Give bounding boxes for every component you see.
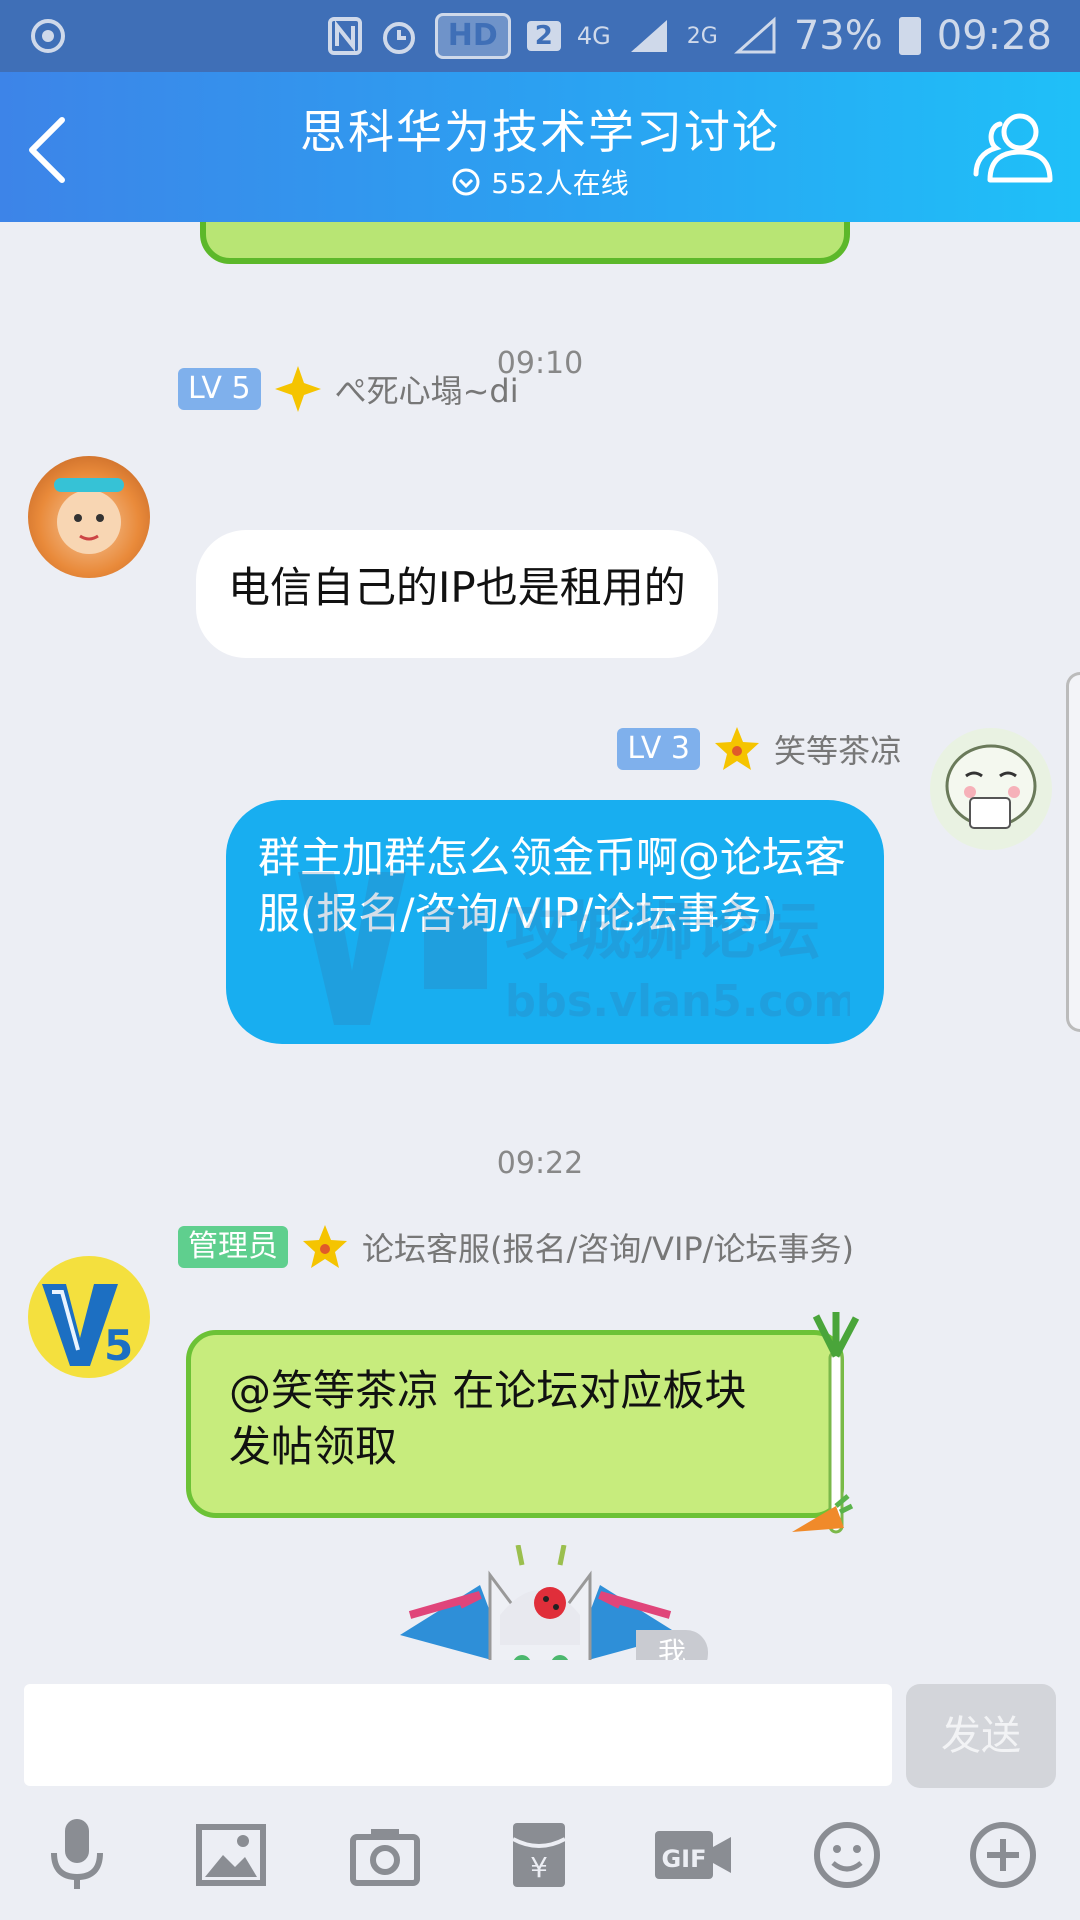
group-members-button[interactable] bbox=[968, 108, 1058, 188]
image-icon bbox=[196, 1824, 266, 1886]
message-bubble[interactable]: 电信自己的IP也是租用的 bbox=[196, 530, 718, 658]
message-text: 群主加群怎么领金币啊@论坛客服(报名/咨询/VIP/论坛事务) bbox=[258, 833, 847, 938]
signal-icon bbox=[627, 16, 671, 56]
photo-button[interactable] bbox=[186, 1810, 276, 1900]
battery-icon bbox=[898, 17, 921, 55]
message-text: 电信自己的IP也是租用的 bbox=[228, 563, 686, 612]
timestamp: 09:10 bbox=[496, 346, 584, 381]
avatar[interactable] bbox=[930, 728, 1052, 850]
status-bar: HD 2 4G 2G 73% 09:28 bbox=[0, 0, 1080, 72]
camera-button[interactable] bbox=[340, 1810, 430, 1900]
carrot-icon bbox=[792, 1494, 854, 1532]
admin-badge: 管理员 bbox=[178, 1226, 288, 1268]
v5-logo-icon: 5 bbox=[42, 1284, 133, 1370]
gif-icon: GIF bbox=[655, 1831, 731, 1879]
message-text-line: @笑等茶凉 在论坛对应板块 bbox=[229, 1366, 747, 1415]
signal-icon-2 bbox=[733, 16, 778, 56]
sender-name[interactable]: ぺ死心塌~di bbox=[335, 366, 519, 412]
sparkle-icon bbox=[274, 366, 321, 412]
red-packet-button[interactable]: ¥ bbox=[494, 1810, 584, 1900]
chevron-down-circle-icon bbox=[452, 168, 480, 196]
message-bubble[interactable]: @笑等茶凉 在论坛对应板块 发帖领取 bbox=[186, 1330, 844, 1518]
gif-button[interactable]: GIF bbox=[648, 1810, 738, 1900]
emoji-button[interactable] bbox=[802, 1810, 892, 1900]
svg-text:5: 5 bbox=[104, 1321, 133, 1370]
message-text-line: 发帖领取 bbox=[229, 1422, 398, 1471]
level-badge: LV 3 bbox=[617, 728, 700, 770]
sim-badge: 2 bbox=[526, 21, 561, 51]
sync-icon bbox=[28, 16, 68, 56]
microphone-icon bbox=[51, 1819, 103, 1889]
svg-text:GIF: GIF bbox=[661, 1845, 706, 1873]
message-bubble[interactable]: 群主加群怎么领金币啊@论坛客服(报名/咨询/VIP/论坛事务) bbox=[226, 800, 884, 1044]
avatar-face-icon bbox=[54, 478, 124, 554]
emoji-icon bbox=[814, 1822, 880, 1888]
star-icon bbox=[714, 727, 759, 770]
message-list[interactable]: 09:10 LV 5 ぺ死心塌~di 电信自己的IP也是租用的 LV 3 笑等茶… bbox=[0, 222, 1080, 1682]
people-icon bbox=[973, 113, 1053, 183]
message-input[interactable] bbox=[24, 1684, 892, 1786]
group-title[interactable]: 思科华为技术学习讨论 bbox=[0, 96, 1080, 162]
battery-percent: 73% bbox=[793, 13, 883, 59]
send-button[interactable]: 发送 bbox=[906, 1684, 1056, 1788]
chat-header: 思科华为技术学习讨论 552人在线 bbox=[0, 72, 1080, 222]
sender-name[interactable]: 笑等茶凉 bbox=[774, 726, 902, 772]
sender-meta: LV 5 ぺ死心塌~di bbox=[178, 364, 519, 414]
input-area: 发送 ¥ GIF bbox=[0, 1660, 1080, 1920]
avatar[interactable] bbox=[28, 456, 150, 578]
network-type: 4G bbox=[576, 22, 611, 50]
timestamp: 09:22 bbox=[496, 1146, 584, 1181]
network-type-2: 2G bbox=[686, 23, 718, 49]
hd-badge: HD bbox=[434, 13, 511, 59]
plus-icon bbox=[970, 1822, 1036, 1888]
level-badge: LV 5 bbox=[178, 368, 261, 410]
svg-text:¥: ¥ bbox=[530, 1851, 548, 1884]
sender-meta: LV 3 笑等茶凉 bbox=[617, 724, 902, 774]
alarm-icon bbox=[379, 16, 419, 56]
input-toolbar: ¥ GIF bbox=[0, 1810, 1080, 1920]
avatar[interactable]: 5 bbox=[28, 1256, 150, 1378]
star-icon bbox=[303, 1225, 347, 1268]
online-count-text: 552人在线 bbox=[491, 167, 629, 200]
sender-name[interactable]: 论坛客服(报名/咨询/VIP/论坛事务) bbox=[362, 1224, 854, 1270]
more-button[interactable] bbox=[958, 1810, 1048, 1900]
nfc-icon bbox=[327, 16, 363, 56]
voice-button[interactable] bbox=[32, 1810, 122, 1900]
sender-meta: 管理员 论坛客服(报名/咨询/VIP/论坛事务) bbox=[178, 1222, 854, 1272]
previous-message-bubble[interactable] bbox=[200, 222, 850, 264]
online-count: 552人在线 bbox=[0, 162, 1080, 202]
camera-icon bbox=[350, 1829, 420, 1886]
scroll-handle[interactable] bbox=[1066, 672, 1080, 1032]
red-packet-icon: ¥ bbox=[512, 1823, 566, 1887]
clock: 09:28 bbox=[936, 13, 1052, 59]
avatar-face-icon bbox=[945, 744, 1037, 829]
